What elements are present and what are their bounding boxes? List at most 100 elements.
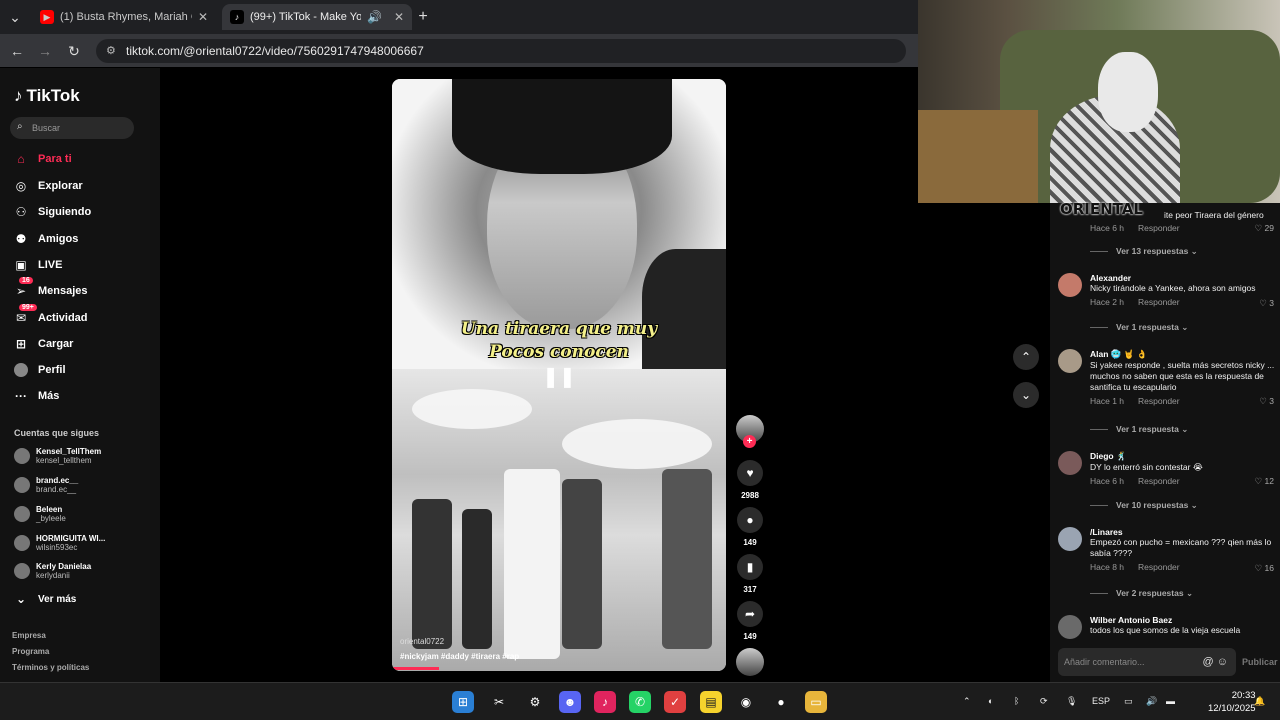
back-icon[interactable]: ←	[8, 42, 26, 60]
reply-button[interactable]: Responder	[1138, 223, 1180, 233]
share-button[interactable]: ➦ 149	[736, 601, 764, 641]
tiktok-logo[interactable]: ♪ TikTok	[14, 86, 80, 106]
capcut-icon[interactable]: ✂	[488, 691, 510, 713]
avatar[interactable]	[1058, 615, 1082, 639]
video-player[interactable]: Una tiraera que muy Pocos conocen ❚❚ ori…	[392, 79, 726, 671]
video-hashtags[interactable]: #nickyjam #daddy #tiraera #rap	[400, 652, 519, 661]
comment-item: Alan 🥶 🤘 👌 Si yakee responde , suelta má…	[1058, 349, 1278, 406]
language-indicator[interactable]: ESP	[1092, 696, 1110, 706]
next-video-button[interactable]: ⌄	[1013, 382, 1039, 408]
following-item[interactable]: Kensel_TellThem kensel_tellthem	[14, 447, 101, 465]
site-info-icon[interactable]: ⚙	[106, 44, 116, 57]
forward-icon[interactable]: →	[36, 42, 54, 60]
like-button[interactable]: ♥ 2988	[736, 460, 764, 500]
address-bar-row: ← → ↻ ⚙ tiktok.com/@oriental0722/video/7…	[0, 34, 918, 68]
sticky-notes-icon[interactable]: ▤	[700, 691, 722, 713]
reply-button[interactable]: Responder	[1138, 562, 1180, 572]
tray-chevron-up-icon[interactable]: ⌃	[963, 696, 971, 707]
see-more-button[interactable]: ⌄ Ver más	[14, 592, 76, 606]
video-cloud-shape	[562, 419, 712, 469]
comment-likes[interactable]: ♡ 12	[1255, 476, 1274, 487]
nav-actividad[interactable]: ✉ 99+ Actividad	[14, 304, 88, 325]
settings-icon[interactable]: ⚙	[524, 691, 546, 713]
footer-link[interactable]: Términos y políticas	[12, 663, 89, 672]
nav-amigos[interactable]: ⚉ Amigos	[14, 232, 79, 246]
view-replies-button[interactable]: Ver 1 respuesta ⌄	[1090, 424, 1188, 435]
follow-plus-icon[interactable]: +	[743, 435, 756, 448]
nav-para-ti[interactable]: ⌂ Para ti	[14, 152, 71, 166]
tray-sync-icon[interactable]: ⟳	[1040, 696, 1048, 707]
speaker-icon[interactable]: 🔊	[367, 10, 382, 24]
monitor-icon[interactable]: ▭	[1124, 696, 1133, 707]
following-item[interactable]: brand.ec__ brand.ec__	[14, 476, 78, 494]
battery-icon[interactable]: ▬	[1166, 696, 1175, 706]
close-icon[interactable]: ✕	[198, 10, 208, 24]
avatar[interactable]	[1058, 349, 1082, 373]
video-person-shape	[662, 469, 712, 649]
chrome-icon[interactable]: ◉	[735, 691, 757, 713]
comment-likes[interactable]: ♡ 16	[1255, 563, 1274, 574]
view-replies-button[interactable]: Ver 1 respuesta ⌄	[1090, 322, 1188, 333]
file-explorer-icon[interactable]: ▭	[805, 691, 827, 713]
tab-tiktok[interactable]: ♪ (99+) TikTok - Make Your Da 🔊 ✕	[222, 4, 412, 30]
save-button[interactable]: ▮ 317	[736, 554, 764, 594]
windows-start-icon[interactable]: ⊞	[452, 691, 474, 713]
nav-mas[interactable]: ··· Más	[14, 389, 59, 403]
tiktok-app-icon[interactable]: ♪	[594, 691, 616, 713]
view-replies-button[interactable]: Ver 2 respuestas ⌄	[1090, 588, 1193, 599]
reply-button[interactable]: Responder	[1138, 297, 1180, 307]
avatar[interactable]	[1058, 273, 1082, 297]
nav-explorar[interactable]: ◎ Explorar	[14, 179, 83, 193]
comment-likes[interactable]: ♡ 29	[1255, 223, 1274, 234]
sound-avatar[interactable]	[736, 648, 764, 676]
comment-button[interactable]: ● 149	[736, 507, 764, 547]
video-author-handle[interactable]: oriental0722	[400, 637, 444, 646]
bookmark-icon: ▮	[737, 554, 763, 580]
reload-icon[interactable]: ↻	[65, 42, 83, 60]
comment-input[interactable]: Añadir comentario... @ ☺	[1058, 648, 1236, 676]
comment-likes[interactable]: ♡ 3	[1259, 396, 1274, 407]
close-icon[interactable]: ✕	[394, 10, 404, 24]
microphone-icon[interactable]: 🎙	[1066, 696, 1077, 707]
nav-live[interactable]: ▣ LIVE	[14, 258, 62, 272]
nav-perfil[interactable]: Perfil	[14, 363, 66, 377]
whatsapp-icon[interactable]: ✆	[629, 691, 651, 713]
following-icon: ⚇	[15, 205, 27, 219]
discord-icon[interactable]: ☻	[559, 691, 581, 713]
publish-button[interactable]: Publicar	[1242, 657, 1278, 667]
new-tab-button[interactable]: +	[414, 8, 432, 26]
pause-icon[interactable]: ❚❚	[542, 365, 576, 388]
todo-icon[interactable]: ✓	[664, 691, 686, 713]
reply-button[interactable]: Responder	[1138, 396, 1180, 406]
following-item[interactable]: HORMIGUITA WI... wilsin593ec	[14, 534, 105, 552]
tab-search-chevron-icon[interactable]: ⌄	[6, 8, 24, 26]
chevron-down-icon: ⌄	[1020, 388, 1032, 402]
view-replies-button[interactable]: Ver 13 respuestas ⌄	[1090, 246, 1198, 257]
avatar[interactable]	[1058, 527, 1082, 551]
video-caption-line2: Pocos conocen	[489, 342, 629, 362]
reply-button[interactable]: Responder	[1138, 476, 1180, 486]
chat-app-icon[interactable]: ●	[770, 691, 792, 713]
volume-icon[interactable]: 🔊	[1146, 696, 1157, 707]
view-replies-button[interactable]: Ver 10 respuestas ⌄	[1090, 500, 1198, 511]
nav-siguiendo[interactable]: ⚇ Siguiendo	[14, 205, 92, 219]
footer-link[interactable]: Empresa	[12, 631, 46, 640]
avatar[interactable]	[1058, 451, 1082, 475]
comment-likes[interactable]: ♡ 3	[1259, 298, 1274, 309]
emoji-icon[interactable]: ☺	[1217, 656, 1228, 668]
search-input[interactable]: ⌕ Buscar	[10, 117, 134, 139]
following-item[interactable]: Kerly Danielaa kerlydanii	[14, 562, 91, 580]
system-clock[interactable]: 20:33 12/10/2025	[1208, 689, 1256, 715]
footer-link[interactable]: Programa	[12, 647, 49, 656]
bluetooth-icon[interactable]: ᛒ	[1014, 696, 1019, 706]
following-item[interactable]: Beleen _byleele	[14, 505, 66, 523]
nav-mensajes[interactable]: ➢ 16 Mensajes	[14, 277, 88, 298]
url-field[interactable]: ⚙ tiktok.com/@oriental0722/video/7560291…	[96, 39, 906, 63]
notifications-icon[interactable]: 🔔	[1254, 696, 1265, 707]
tab-youtube[interactable]: ▶ (1) Busta Rhymes, Mariah Carey ✕	[32, 4, 216, 30]
tray-app-icon[interactable]: ◐	[988, 696, 993, 706]
video-progress-bar[interactable]	[392, 667, 439, 670]
mention-icon[interactable]: @	[1203, 656, 1214, 668]
previous-video-button[interactable]: ⌃	[1013, 344, 1039, 370]
nav-cargar[interactable]: ⊞ Cargar	[14, 337, 74, 351]
